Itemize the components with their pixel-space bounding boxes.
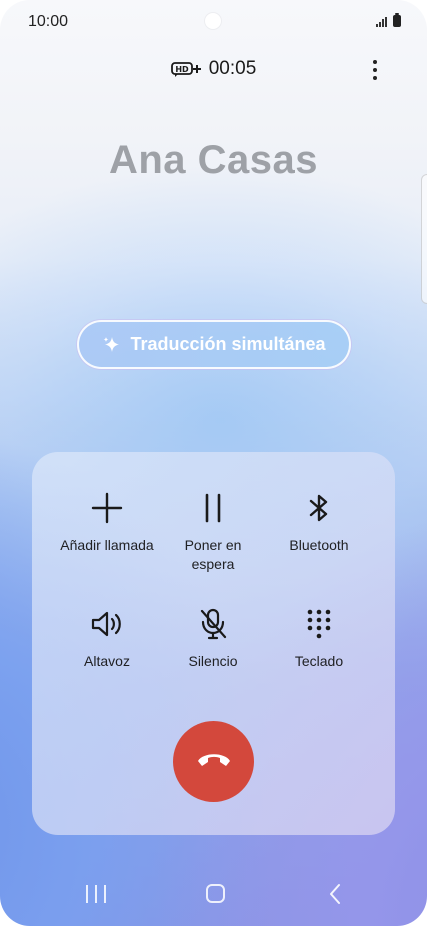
- keypad-button[interactable]: Teclado: [259, 604, 379, 671]
- add-call-label: Añadir llamada: [60, 537, 154, 553]
- home-icon[interactable]: [206, 884, 225, 903]
- mute-label: Silencio: [188, 653, 238, 669]
- status-time: 10:00: [28, 13, 69, 30]
- front-camera: [205, 13, 221, 29]
- navigation-bar: [0, 866, 427, 926]
- speaker-button[interactable]: Altavoz: [47, 604, 167, 671]
- call-screen: 10:00 HD 00:05 Ana Casas Traducción simu…: [0, 0, 427, 926]
- mic-off-icon: [153, 604, 273, 644]
- more-dot-icon: [373, 76, 377, 80]
- back-icon[interactable]: [328, 883, 342, 905]
- keypad-label: Teclado: [294, 653, 344, 669]
- more-dot-icon: [373, 60, 377, 64]
- caller-name: Ana Casas: [108, 138, 319, 182]
- live-translate-label: Traducción simultánea: [130, 334, 326, 354]
- call-header: HD 00:05: [0, 58, 427, 80]
- live-translate-button[interactable]: Traducción simultánea: [77, 320, 351, 369]
- status-bar: 10:00: [0, 0, 427, 44]
- add-call-button[interactable]: Añadir llamada: [47, 488, 167, 555]
- battery-icon: [393, 13, 401, 27]
- status-icons: [376, 13, 401, 27]
- bluetooth-button[interactable]: Bluetooth: [259, 488, 379, 555]
- bluetooth-label: Bluetooth: [289, 537, 349, 553]
- mute-button[interactable]: Silencio: [153, 604, 273, 671]
- plus-icon: [47, 488, 167, 528]
- more-options-button[interactable]: [371, 58, 379, 82]
- bluetooth-icon: [259, 488, 379, 528]
- pause-icon: [153, 488, 273, 528]
- recents-icon[interactable]: [86, 885, 106, 903]
- in-call-controls-panel: Añadir llamada Poner en espera Bluetooth: [32, 452, 395, 835]
- sparkle-icon: [102, 335, 122, 355]
- speaker-icon: [47, 604, 167, 644]
- more-dot-icon: [373, 68, 377, 72]
- svg-text:HD: HD: [175, 65, 189, 74]
- end-call-button[interactable]: [173, 721, 254, 802]
- edge-panel-handle[interactable]: [421, 174, 427, 304]
- hold-call-button[interactable]: Poner en espera: [153, 488, 273, 574]
- phone-hangup-icon: [195, 749, 233, 774]
- signal-icon: [376, 17, 387, 27]
- speaker-label: Altavoz: [84, 653, 130, 669]
- keypad-icon: [259, 604, 379, 644]
- hd-plus-icon: HD: [170, 61, 203, 77]
- call-timer: 00:05: [208, 58, 257, 79]
- hold-call-label: Poner en espera: [184, 537, 242, 572]
